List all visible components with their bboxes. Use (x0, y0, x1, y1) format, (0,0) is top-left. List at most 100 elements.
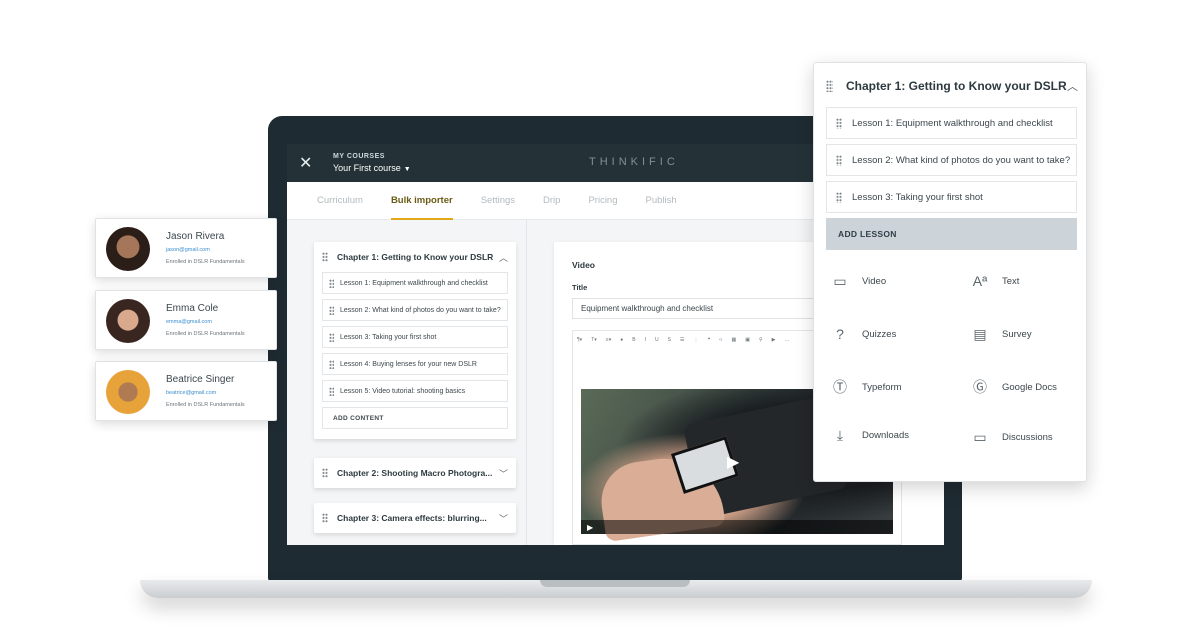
content-type-label: Quizzes (862, 328, 897, 340)
close-icon[interactable]: ✕ (299, 153, 319, 173)
more-icon[interactable]: … (784, 337, 789, 343)
chapter-card-2[interactable]: Chapter 2: Shooting Macro Photogra... ﹀ (314, 458, 516, 488)
panel-header[interactable]: Chapter 1: Getting to Know your DSLR ︿ (826, 75, 1078, 97)
content-type-label: Survey (1002, 328, 1032, 340)
panel-lesson-item[interactable]: Lesson 1: Equipment walkthrough and chec… (826, 107, 1077, 139)
align-icon[interactable]: ≡▾ (606, 337, 611, 343)
drag-handle-icon[interactable] (322, 513, 328, 523)
panel-title: Chapter 1: Getting to Know your DSLR (846, 79, 1067, 93)
content-type-label: Text (1002, 275, 1020, 287)
code-icon[interactable]: ‹› (719, 337, 722, 343)
student-email[interactable]: beatrice@gmail.com (166, 390, 216, 396)
drag-handle-icon[interactable] (836, 154, 842, 166)
strike-icon[interactable]: S (668, 337, 671, 343)
content-type-survey[interactable]: ▤ Survey (970, 324, 1032, 344)
lesson-item[interactable]: Lesson 2: What kind of photos do you wan… (322, 299, 508, 321)
lesson-item[interactable]: Lesson 1: Equipment walkthrough and chec… (322, 272, 508, 294)
typeform-icon: Ⓣ (833, 379, 847, 395)
video-icon[interactable]: ▶ (772, 337, 776, 343)
panel-lesson-label: Lesson 1: Equipment walkthrough and chec… (852, 117, 1053, 129)
drag-handle-icon[interactable] (836, 191, 842, 203)
drag-handle-icon[interactable] (322, 468, 328, 478)
chevron-up-icon[interactable]: ︿ (499, 251, 508, 264)
add-lesson-button[interactable]: ADD LESSON (826, 218, 1077, 250)
panel-lesson-item[interactable]: Lesson 3: Taking your first shot (826, 181, 1077, 213)
color-icon[interactable]: ● (620, 337, 623, 343)
stage: ✕ MY COURSES Your First course ▼ THINKIFI… (0, 0, 1200, 638)
content-type-downloads[interactable]: ⤓ Downloads (830, 425, 909, 445)
numbered-list-icon[interactable]: ⋮ (693, 337, 698, 343)
content-type-typeform[interactable]: Ⓣ Typeform (830, 377, 902, 397)
lesson-item[interactable]: Lesson 3: Taking your first shot (322, 326, 508, 348)
chapter-header[interactable]: Chapter 3: Camera effects: blurring... ﹀ (314, 503, 516, 533)
course-selector[interactable]: MY COURSES Your First course ▼ (333, 153, 411, 173)
lesson-label: Lesson 5: Video tutorial: shooting basic… (340, 387, 466, 395)
link-icon[interactable]: ⚲ (759, 337, 763, 343)
paragraph-icon[interactable]: ¶▾ (577, 337, 582, 343)
download-icon: ⤓ (836, 426, 844, 443)
play-icon[interactable]: ▶ (727, 452, 739, 472)
chapter-card-3[interactable]: Chapter 3: Camera effects: blurring... ﹀ (314, 503, 516, 533)
brand-logo: THINKIFIC (589, 156, 679, 168)
drag-handle-icon[interactable] (329, 305, 334, 315)
list-icon[interactable]: ☰ (680, 337, 684, 343)
tab-publish[interactable]: Publish (646, 182, 677, 220)
content-type-discussions[interactable]: ▭ Discussions (970, 427, 1053, 447)
underline-icon[interactable]: U (655, 337, 659, 343)
tab-drip[interactable]: Drip (543, 182, 560, 220)
student-enrollment: Enrolled in DSLR Fundamentals (166, 331, 245, 337)
title-label: Title (572, 283, 588, 292)
chapter-title: Chapter 1: Getting to Know your DSLR (337, 252, 494, 262)
chevron-up-icon[interactable]: ︿ (1067, 78, 1078, 94)
video-controls (581, 520, 893, 534)
drag-handle-icon[interactable] (826, 80, 833, 92)
content-type-quizzes[interactable]: ? Quizzes (830, 324, 896, 344)
student-email[interactable]: emma@gmail.com (166, 319, 212, 325)
table-icon[interactable]: ▦ (731, 337, 736, 343)
drag-handle-icon[interactable] (322, 252, 328, 262)
student-card[interactable]: Jason Rivera jason@gmail.com Enrolled in… (95, 218, 277, 278)
student-email[interactable]: jason@gmail.com (166, 247, 210, 253)
drag-handle-icon[interactable] (329, 332, 334, 342)
add-content-button[interactable]: ADD CONTENT (322, 407, 508, 429)
avatar (106, 299, 150, 343)
lesson-label: Lesson 3: Taking your first shot (340, 333, 437, 341)
student-card[interactable]: Emma Cole emma@gmail.com Enrolled in DSL… (95, 290, 277, 350)
curriculum-column: Chapter 1: Getting to Know your DSLR ︿ L… (287, 220, 527, 545)
content-type-label: Discussions (1002, 431, 1053, 443)
chapter-card-1: Chapter 1: Getting to Know your DSLR ︿ L… (314, 242, 516, 439)
image-icon[interactable]: ▣ (745, 337, 750, 343)
avatar (106, 227, 150, 271)
italic-icon[interactable]: I (645, 337, 646, 343)
drag-handle-icon[interactable] (329, 359, 334, 369)
play-small-icon[interactable]: ▶ (587, 523, 593, 532)
google-docs-icon: Ⓖ (973, 379, 987, 395)
drag-handle-icon[interactable] (329, 278, 334, 288)
drag-handle-icon[interactable] (329, 386, 334, 396)
lesson-item[interactable]: Lesson 5: Video tutorial: shooting basic… (322, 380, 508, 402)
content-type-text[interactable]: Aª Text (970, 271, 1020, 291)
chevron-down-icon[interactable]: ﹀ (499, 512, 508, 525)
chapter-title: Chapter 2: Shooting Macro Photogra... (337, 468, 493, 478)
chevron-down-icon[interactable]: ﹀ (499, 467, 508, 480)
discussion-icon: ▭ (973, 428, 987, 445)
chapter-header[interactable]: Chapter 2: Shooting Macro Photogra... ﹀ (314, 458, 516, 488)
question-icon: ? (836, 326, 844, 342)
student-name: Beatrice Singer (166, 374, 235, 385)
editor-section-label: Video (572, 260, 595, 270)
content-type-video[interactable]: ▭ Video (830, 271, 886, 291)
laptop-notch (540, 580, 690, 587)
tab-bulk-importer[interactable]: Bulk importer (390, 182, 453, 220)
tab-pricing[interactable]: Pricing (588, 182, 617, 220)
chapter-header[interactable]: Chapter 1: Getting to Know your DSLR ︿ (314, 242, 516, 272)
bold-icon[interactable]: B (632, 337, 635, 343)
font-size-icon[interactable]: T▾ (591, 337, 597, 343)
student-card[interactable]: Beatrice Singer beatrice@gmail.com Enrol… (95, 361, 277, 421)
tab-curriculum[interactable]: Curriculum (317, 182, 363, 220)
tab-settings[interactable]: Settings (481, 182, 515, 220)
content-type-google-docs[interactable]: Ⓖ Google Docs (970, 377, 1057, 397)
panel-lesson-item[interactable]: Lesson 2: What kind of photos do you wan… (826, 144, 1077, 176)
drag-handle-icon[interactable] (836, 117, 842, 129)
lesson-item[interactable]: Lesson 4: Buying lenses for your new DSL… (322, 353, 508, 375)
quote-icon[interactable]: ❝ (707, 337, 710, 343)
